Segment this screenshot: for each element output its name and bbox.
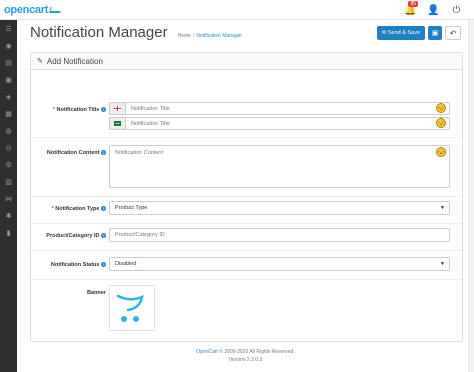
- scrollbar[interactable]: [468, 20, 474, 372]
- back-button[interactable]: ↶: [445, 26, 461, 40]
- notification-bell-icon[interactable]: 🔔 85: [399, 1, 422, 18]
- breadcrumb-current[interactable]: Notification Manager: [196, 33, 242, 39]
- notification-type-label: * Notification Type ?: [51, 206, 106, 212]
- notification-status-select[interactable]: Disabled ▼: [109, 257, 450, 271]
- product-category-id-input[interactable]: Product/Category ID: [109, 228, 450, 242]
- banner-label: Banner: [87, 290, 106, 296]
- emoji-icon[interactable]: ᵔᴗᵔ: [436, 103, 446, 113]
- help-icon[interactable]: ?: [101, 262, 106, 268]
- save-button[interactable]: ▣: [428, 26, 442, 40]
- notification-title-label: * Notification Title ?: [52, 107, 106, 113]
- notification-title-input-en[interactable]: Notification Title: [125, 102, 450, 115]
- help-icon[interactable]: ?: [101, 233, 106, 239]
- alert-count-badge: 85: [408, 1, 418, 7]
- divider: [31, 279, 462, 280]
- divider: [31, 137, 462, 138]
- notification-type-select[interactable]: Product Type ▼: [109, 201, 450, 215]
- marketing-icon[interactable]: ◎: [0, 139, 17, 156]
- customers-icon[interactable]: ◍: [0, 122, 17, 139]
- sidebar: ☰ ◉ ▤ ▣ ◈ ▦ ◍ ◎ ⚙ ▥ ⋈ ✱ ▮: [0, 20, 17, 372]
- cart-icon: [50, 6, 62, 15]
- top-bar: opencart 🔔 85 👤 ⏻: [0, 0, 474, 20]
- emoji-icon[interactable]: ᵔᴗᵔ: [436, 147, 446, 157]
- banner-image-thumbnail[interactable]: [109, 285, 155, 331]
- catalog-icon[interactable]: ▤: [0, 54, 17, 71]
- dropdown-caret-icon: ▼: [440, 205, 445, 211]
- divider: [31, 223, 462, 224]
- settings-icon[interactable]: ✱: [0, 207, 17, 224]
- send-save-button[interactable]: ✉ Send & Save: [376, 26, 425, 40]
- chart-icon[interactable]: ▮: [0, 224, 17, 241]
- help-icon[interactable]: ?: [101, 150, 106, 156]
- menu-toggle-icon[interactable]: ☰: [0, 20, 17, 37]
- help-icon[interactable]: ?: [101, 107, 106, 113]
- divider: [31, 250, 462, 251]
- opencart-logo[interactable]: opencart: [4, 2, 62, 18]
- dashboard-icon[interactable]: ◉: [0, 37, 17, 54]
- language-flag-en: [109, 102, 125, 115]
- page-title: Notification Manager: [30, 24, 168, 41]
- add-notification-panel: ✎ Add Notification * Notification Title …: [30, 52, 463, 342]
- notification-content-label: Notification Content ?: [46, 150, 106, 156]
- notification-title-input-ar[interactable]: Notification Title: [125, 117, 450, 130]
- sales-icon[interactable]: ▦: [0, 105, 17, 122]
- save-icon: ▣: [431, 30, 439, 37]
- language-flag-ar: [109, 117, 125, 130]
- extension-icon[interactable]: ▣: [0, 71, 17, 88]
- breadcrumb-home[interactable]: Home: [178, 33, 191, 39]
- panel-heading: ✎ Add Notification: [31, 53, 462, 70]
- emoji-icon[interactable]: ᵔᴗᵔ: [436, 118, 446, 128]
- system-icon[interactable]: ⚙: [0, 156, 17, 173]
- notification-content-textarea[interactable]: Notification Content: [109, 145, 450, 188]
- pencil-icon: ✎: [37, 58, 43, 65]
- product-category-id-label: Product/Category ID ?: [46, 233, 106, 239]
- divider: [31, 196, 462, 197]
- back-arrow-icon: ↶: [449, 28, 457, 38]
- user-icon[interactable]: 👤: [422, 2, 445, 18]
- uk-flag-icon: [114, 106, 121, 111]
- breadcrumb: Home / Notification Manager: [177, 33, 243, 39]
- footer: OpenCart © 2009-2020 All Rights Reserved…: [196, 349, 295, 363]
- dropdown-caret-icon: ▼: [440, 261, 445, 267]
- help-icon[interactable]: ?: [101, 206, 106, 212]
- sa-flag-icon: [114, 121, 121, 126]
- footer-opencart-link[interactable]: OpenCart: [196, 349, 218, 355]
- design-icon[interactable]: ◈: [0, 88, 17, 105]
- notification-status-label: Notification Status ?: [50, 262, 106, 268]
- main-content: Notification Manager Home / Notification M…: [17, 20, 474, 372]
- opencart-cart-image: [116, 294, 144, 322]
- reports-icon[interactable]: ▥: [0, 173, 17, 190]
- share-icon[interactable]: ⋈: [0, 190, 17, 207]
- logout-icon[interactable]: ⏻: [445, 2, 468, 18]
